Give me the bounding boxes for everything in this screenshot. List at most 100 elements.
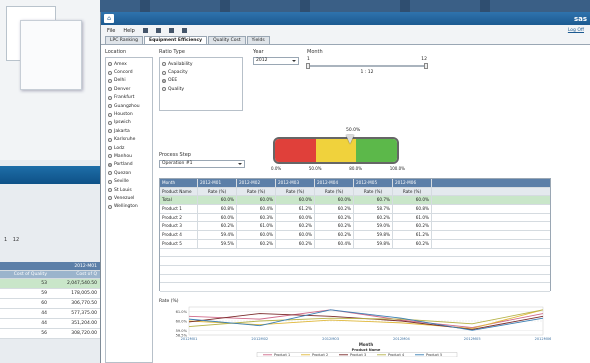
location-option[interactable]: Quezon [108, 169, 150, 177]
location-option[interactable]: Houston [108, 110, 150, 118]
radio-icon[interactable] [108, 70, 112, 75]
rate-column-header: Rate (%) [276, 187, 315, 196]
location-option[interactable]: Denver [108, 85, 150, 93]
ratio-type-option[interactable]: Quality [162, 85, 240, 93]
location-option-label: St Louis [114, 187, 132, 193]
rate-column-header: Rate (%) [237, 187, 276, 196]
location-option[interactable]: Seville [108, 177, 150, 185]
location-option[interactable]: Portland [108, 161, 150, 169]
refresh-icon[interactable] [168, 28, 174, 33]
radio-icon[interactable] [162, 78, 166, 83]
radio-icon[interactable] [108, 162, 112, 167]
home-icon[interactable]: ⌂ [104, 14, 114, 23]
radio-icon[interactable] [108, 179, 112, 184]
location-option[interactable]: Karlsruhe [108, 136, 150, 144]
month-column-header[interactable]: 2012-M01 [198, 179, 237, 187]
location-option[interactable]: Guangzhou [108, 102, 150, 110]
radio-icon[interactable] [162, 62, 166, 67]
radio-icon[interactable] [108, 95, 112, 100]
ratio-type-option[interactable]: Availability [162, 60, 240, 68]
year-select[interactable]: 2012 [253, 57, 299, 65]
radio-icon[interactable] [108, 154, 112, 159]
legend-title: Product Name [352, 348, 381, 352]
ratio-type-option-label: Capacity [168, 70, 188, 76]
location-option[interactable]: Amex [108, 60, 150, 68]
product-name-cell[interactable]: Product 2 [160, 213, 198, 222]
radio-icon[interactable] [162, 70, 166, 75]
print-icon[interactable] [155, 28, 161, 33]
radio-icon[interactable] [108, 78, 112, 83]
background-table-cell: 59 [41, 291, 47, 296]
month-slider[interactable] [306, 63, 428, 69]
tab-equipment-efficiency[interactable]: Equipment Efficiency [144, 36, 208, 44]
radio-icon[interactable] [108, 204, 112, 209]
location-option[interactable]: Ipswich [108, 119, 150, 127]
product-name-cell[interactable]: Product 3 [160, 222, 198, 231]
legend-label: Product 2 [312, 353, 328, 357]
radio-icon[interactable] [108, 171, 112, 176]
location-option[interactable]: Wellington [108, 203, 150, 211]
month-column-header[interactable]: 2012-M04 [315, 179, 354, 187]
radio-icon[interactable] [108, 87, 112, 92]
location-option[interactable]: Concord [108, 68, 150, 76]
radio-icon[interactable] [108, 196, 112, 201]
gauge-value: 50.0% [346, 128, 361, 133]
radio-icon[interactable] [108, 104, 112, 109]
y-tick-label: 59.0% [176, 329, 188, 333]
product-name-cell[interactable]: Product 1 [160, 205, 198, 213]
x-tick-label: 2012M05 [464, 337, 481, 341]
background-table-cell: 2,047,540.50 [66, 281, 97, 286]
ratio-type-option-label: Quality [168, 86, 185, 92]
month-column-header[interactable]: 2012-M02 [237, 179, 276, 187]
save-icon[interactable] [142, 28, 148, 33]
menu-file[interactable]: File [107, 28, 115, 34]
tab-lpc-ranking[interactable]: LPC Ranking [105, 36, 143, 44]
month-column-header[interactable]: 2012-M06 [393, 179, 432, 187]
radio-icon[interactable] [108, 137, 112, 142]
rate-cell: 61.0% [237, 222, 276, 231]
radio-icon[interactable] [108, 129, 112, 134]
location-option-label: Portland [114, 162, 133, 168]
radio-icon[interactable] [108, 188, 112, 193]
product-name-cell[interactable]: Product 5 [160, 239, 198, 248]
location-option[interactable]: Jakarta [108, 127, 150, 135]
ratio-type-option[interactable]: OEE [162, 77, 240, 85]
tab-quality-cost[interactable]: Quality Cost [208, 36, 246, 44]
radio-icon[interactable] [108, 112, 112, 117]
background-table-cell: 308,720.00 [71, 331, 97, 336]
user-icon[interactable] [181, 28, 187, 33]
gauge-segment [275, 139, 316, 162]
rate-cell: 60.7% [354, 196, 393, 205]
rate-cell: 60.0% [393, 196, 432, 205]
location-option-label: Manhou [114, 153, 132, 159]
location-option-label: Houston [114, 112, 133, 118]
process-step-select[interactable]: Operation #1 [159, 160, 245, 168]
radio-icon[interactable] [162, 87, 166, 92]
location-option-label: Amex [114, 61, 127, 67]
product-name-cell[interactable]: Total [160, 196, 198, 205]
rate-cell: 60.2% [315, 205, 354, 213]
month-slider-end-handle[interactable] [424, 63, 428, 69]
menu-help[interactable]: Help [123, 28, 134, 34]
location-option[interactable]: Venezuel [108, 194, 150, 202]
month-column-header[interactable]: 2012-M05 [354, 179, 393, 187]
radio-icon[interactable] [108, 62, 112, 67]
crosstab-row: Total 60.0% 60.0% 60.0% 60.0% 60.7% 60.0% [160, 196, 550, 206]
radio-icon[interactable] [108, 146, 112, 151]
location-option[interactable]: Lodz [108, 144, 150, 152]
radio-icon[interactable] [108, 120, 112, 125]
tab-yields[interactable]: Yields [246, 36, 270, 44]
rate-cell: 60.2% [315, 213, 354, 222]
crosstab-empty-row [160, 248, 550, 258]
month-slider-start-handle[interactable] [306, 63, 310, 69]
location-option[interactable]: St Louis [108, 186, 150, 194]
month-column-header[interactable]: 2012-M03 [276, 179, 315, 187]
location-option[interactable]: Manhou [108, 152, 150, 160]
product-name-header[interactable]: Product Name [160, 187, 198, 196]
ratio-type-option[interactable]: Capacity [162, 68, 240, 76]
background-table-cell: 53 [41, 281, 47, 286]
product-name-cell[interactable]: Product 4 [160, 231, 198, 239]
logoff-link[interactable]: Log Off [568, 28, 584, 33]
location-option[interactable]: Frankfurt [108, 94, 150, 102]
location-option[interactable]: Delhi [108, 77, 150, 85]
